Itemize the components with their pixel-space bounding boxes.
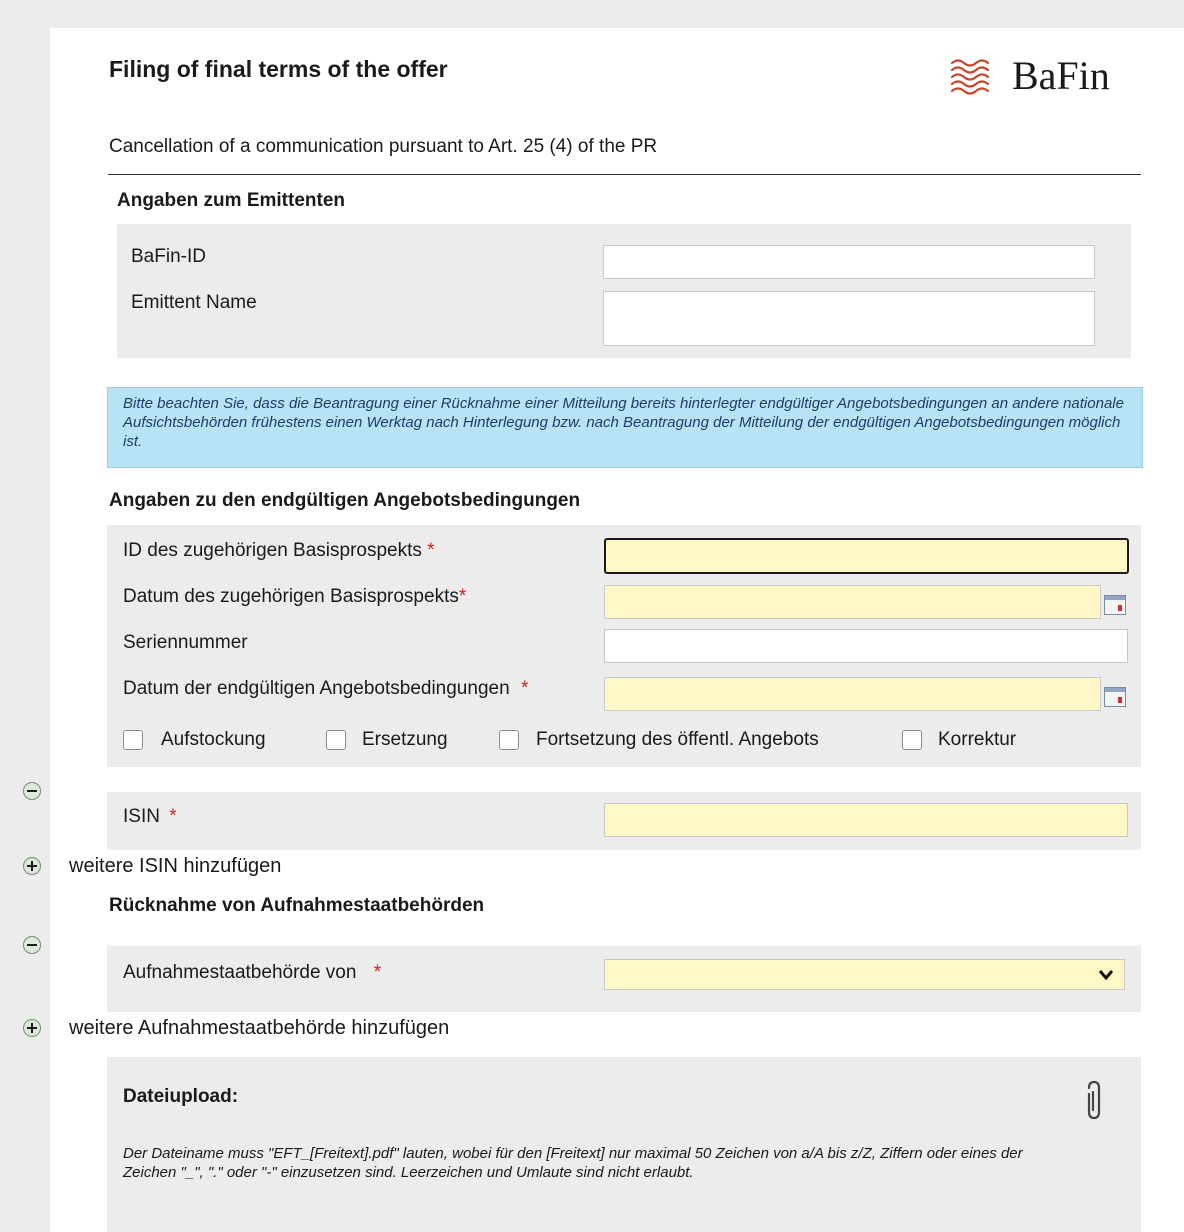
form-subtitle: Cancellation of a communication pursuant… [109,136,658,157]
prospectus-date-label: Datum des zugehörigen Basisprospekts* [123,586,466,608]
checkbox-label-aufstockung: Aufstockung [161,729,266,750]
bafin-id-input[interactable] [603,245,1095,279]
chevron-down-icon [1098,970,1114,981]
withdrawal-heading: Rücknahme von Aufnahmestaatbehörden [109,895,485,916]
prospectus-date-label-text: Datum des zugehörigen Basisprospekts [123,586,459,607]
upload-instructions: Der Dateiname muss "EFT_[Freitext].pdf" … [123,1145,1023,1181]
prospectus-date-input[interactable] [604,585,1101,619]
header-divider [108,174,1141,175]
issuer-name-input[interactable] [603,291,1095,346]
prospectus-id-label-text: ID des zugehörigen Basisprospekts [123,540,422,561]
series-number-input[interactable] [604,629,1128,663]
add-isin-button[interactable] [23,857,41,875]
terms-date-label: Datum der endgültigen Angebotsbedingunge… [123,678,528,700]
remove-isin-button[interactable] [23,782,41,800]
isin-input[interactable] [604,803,1128,837]
prospectus-id-input[interactable] [604,538,1129,574]
paperclip-icon[interactable] [1081,1078,1107,1122]
isin-label-text: ISIN [123,806,160,827]
add-isin-link[interactable]: weitere ISIN hinzufügen [69,855,281,878]
terms-date-label-text: Datum der endgültigen Angebotsbedingunge… [123,678,510,699]
checkbox-label-fortsetzung: Fortsetzung des öffentl. Angebots [536,729,819,750]
checkbox-label-korrektur: Korrektur [938,729,1017,750]
page-left-margin [0,0,50,1232]
calendar-icon[interactable] [1104,687,1126,707]
isin-label: ISIN * [123,806,177,828]
calendar-icon[interactable] [1104,595,1126,615]
cancellation-notice: Bitte beachten Sie, dass die Beantragung… [107,387,1143,468]
required-mark: * [373,962,382,983]
authority-select[interactable] [604,959,1125,990]
bafin-wave-icon [950,59,990,95]
checkbox-aufstockung[interactable] [123,730,143,750]
upload-heading: Dateiupload: [123,1086,239,1107]
page-top-margin [0,0,1184,28]
bafin-id-label: BaFin-ID [131,246,206,267]
terms-date-input[interactable] [604,677,1101,711]
authority-label-text: Aufnahmestaatbehörde von [123,962,357,983]
checkbox-ersetzung[interactable] [326,730,346,750]
required-mark: * [169,806,177,827]
required-mark: * [427,540,435,561]
remove-authority-button[interactable] [23,936,41,954]
form-title: Filing of final terms of the offer [109,56,448,82]
bafin-logo: BaFin [948,52,1148,102]
issuer-name-label: Emittent Name [131,292,257,313]
required-mark: * [458,586,467,607]
add-authority-link[interactable]: weitere Aufnahmestaatbehörde hinzufügen [69,1017,449,1040]
authority-label: Aufnahmestaatbehörde von * [123,962,381,984]
issuer-heading: Angaben zum Emittenten [117,190,346,211]
checkbox-korrektur[interactable] [902,730,922,750]
checkbox-label-ersetzung: Ersetzung [362,729,448,750]
series-number-label: Seriennummer [123,632,248,653]
logo-text: BaFin [1012,53,1110,98]
add-authority-button[interactable] [23,1019,41,1037]
prospectus-id-label: ID des zugehörigen Basisprospekts * [123,540,435,562]
final-terms-heading: Angaben zu den endgültigen Angebotsbedin… [109,490,581,511]
checkbox-fortsetzung[interactable] [499,730,519,750]
required-mark: * [520,678,529,699]
